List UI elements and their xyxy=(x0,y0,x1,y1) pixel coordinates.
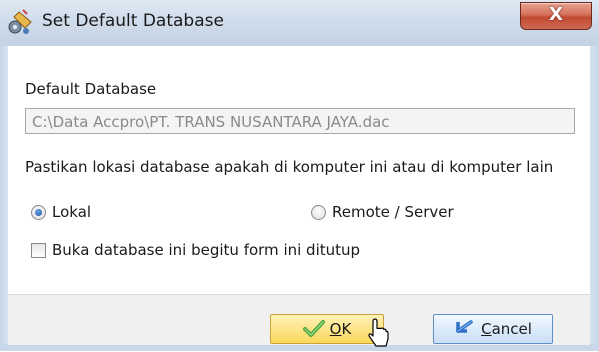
window-title: Set Default Database xyxy=(42,11,224,31)
default-database-label: Default Database xyxy=(25,80,157,98)
database-settings-icon xyxy=(8,9,32,34)
mouse-pointer-icon xyxy=(368,318,389,347)
checkmark-icon xyxy=(302,320,325,337)
database-path-value: C:\Data Accpro\PT. TRANS NUSANTARA JAYA.… xyxy=(32,113,390,131)
close-icon: X xyxy=(549,4,563,25)
ok-button-label: OK xyxy=(329,320,352,338)
radio-local-label[interactable]: Lokal xyxy=(52,203,91,221)
cancel-button-label: Cancel xyxy=(481,320,532,338)
close-button[interactable]: X xyxy=(520,2,592,30)
location-prompt: Pastikan lokasi database apakah di kompu… xyxy=(25,158,554,176)
radio-remote-server[interactable] xyxy=(311,205,326,220)
database-path-field[interactable]: C:\Data Accpro\PT. TRANS NUSANTARA JAYA.… xyxy=(25,108,575,134)
window-frame-bottom xyxy=(0,344,599,351)
window-frame-right xyxy=(590,46,599,351)
window-frame-left xyxy=(0,46,8,351)
open-on-close-checkbox[interactable] xyxy=(31,243,46,258)
radio-remote-server-label[interactable]: Remote / Server xyxy=(332,203,454,221)
title-bar[interactable]: Set Default Database X xyxy=(0,0,599,46)
radio-local[interactable] xyxy=(31,205,46,220)
ok-button[interactable]: OK xyxy=(270,314,384,344)
cancel-button[interactable]: Cancel xyxy=(433,314,553,344)
undo-arrow-icon xyxy=(456,320,473,333)
open-on-close-label[interactable]: Buka database ini begitu form ini ditutu… xyxy=(52,241,360,259)
